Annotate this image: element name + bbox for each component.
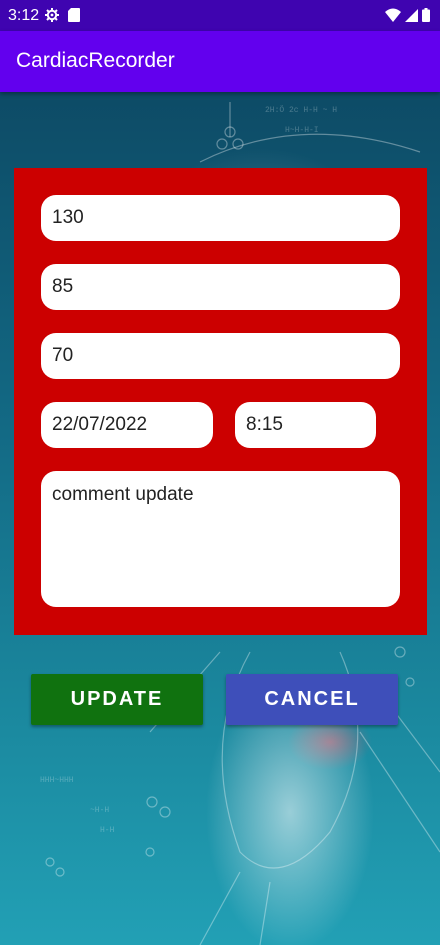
- wifi-icon: [385, 8, 401, 27]
- update-button[interactable]: UPDATE: [31, 674, 203, 725]
- status-time: 3:12: [8, 7, 40, 24]
- heart-rate-field[interactable]: 70: [41, 333, 400, 379]
- cancel-button[interactable]: CANCEL: [226, 674, 398, 725]
- svg-text:H~H-H-I: H~H-H-I: [285, 126, 319, 135]
- app-bar: CardiacRecorder: [0, 31, 440, 92]
- date-field[interactable]: 22/07/2022: [41, 402, 213, 448]
- sd-card-icon: [68, 8, 82, 22]
- time-field[interactable]: 8:15: [235, 402, 376, 448]
- systolic-field[interactable]: 130: [41, 195, 400, 241]
- svg-text:H-H: H-H: [100, 826, 115, 835]
- svg-text:2H:Ö 2c H-H ~ H: 2H:Ö 2c H-H ~ H: [265, 106, 337, 115]
- app-title: CardiacRecorder: [16, 49, 175, 72]
- signal-icon: [405, 8, 418, 27]
- diastolic-field[interactable]: 85: [41, 264, 400, 310]
- comment-field[interactable]: comment update: [41, 471, 400, 607]
- gear-icon: [45, 8, 59, 22]
- svg-text:HHH~HHH: HHH~HHH: [40, 776, 74, 785]
- status-bar: 3:12: [0, 0, 440, 31]
- battery-icon: [422, 8, 430, 27]
- svg-text:~H-H: ~H-H: [90, 806, 109, 815]
